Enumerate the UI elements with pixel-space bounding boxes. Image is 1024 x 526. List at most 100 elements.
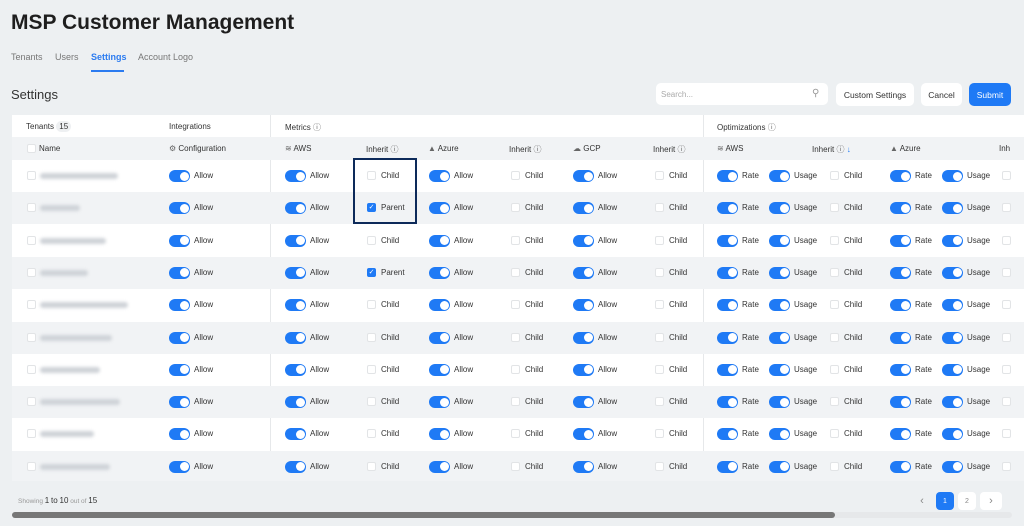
help-icon[interactable]: ⓘ — [677, 145, 685, 154]
opt-azure-usage-toggle[interactable] — [942, 428, 963, 441]
opt-aws-rate-toggle[interactable] — [717, 299, 738, 312]
metrics-aws-inherit-checkbox[interactable] — [367, 429, 376, 439]
metrics-aws-toggle[interactable] — [285, 202, 306, 215]
metrics-gcp-inherit-checkbox[interactable] — [655, 203, 664, 213]
opt-aws-inherit-checkbox[interactable] — [830, 203, 839, 213]
metrics-azure-inherit-checkbox[interactable] — [511, 397, 520, 407]
metrics-gcp-inherit-checkbox[interactable] — [655, 171, 664, 180]
integration-config-toggle[interactable] — [169, 460, 190, 473]
help-icon[interactable]: ⓘ — [768, 123, 776, 132]
opt-azure-inherit-checkbox[interactable] — [1002, 300, 1011, 310]
opt-azure-inherit-checkbox[interactable] — [1002, 461, 1011, 471]
integration-config-toggle[interactable] — [169, 428, 190, 441]
opt-azure-rate-toggle[interactable] — [890, 170, 911, 182]
opt-aws-rate-toggle[interactable] — [717, 170, 738, 182]
opt-aws-inherit-checkbox[interactable] — [830, 397, 839, 407]
metrics-gcp-inherit-checkbox[interactable] — [655, 429, 664, 439]
scrollbar-thumb[interactable] — [12, 512, 835, 518]
cancel-button[interactable]: Cancel — [921, 83, 962, 106]
opt-aws-usage-toggle[interactable] — [769, 299, 790, 312]
integration-config-toggle[interactable] — [169, 299, 190, 312]
submit-button[interactable]: Submit — [969, 83, 1011, 106]
metrics-azure-inherit-checkbox[interactable] — [511, 461, 520, 471]
opt-azure-inherit-checkbox[interactable] — [1002, 429, 1011, 439]
opt-aws-usage-toggle[interactable] — [769, 234, 790, 247]
opt-azure-rate-toggle[interactable] — [890, 331, 911, 344]
metrics-aws-inherit-checkbox[interactable] — [367, 461, 376, 471]
opt-azure-rate-toggle[interactable] — [890, 396, 911, 409]
select-all-checkbox[interactable] — [27, 144, 36, 153]
prev-page-button[interactable]: ‹ — [913, 492, 931, 510]
opt-azure-inherit-checkbox[interactable] — [1002, 364, 1011, 374]
opt-azure-usage-toggle[interactable] — [942, 266, 963, 279]
metrics-aws-toggle[interactable] — [285, 299, 306, 312]
metrics-gcp-toggle[interactable] — [573, 202, 594, 215]
metrics-azure-toggle[interactable] — [429, 363, 450, 376]
help-icon[interactable]: ⓘ — [836, 145, 844, 154]
metrics-gcp-toggle[interactable] — [573, 460, 594, 473]
opt-azure-usage-toggle[interactable] — [942, 396, 963, 409]
metrics-azure-inherit-checkbox[interactable] — [511, 203, 520, 213]
help-icon[interactable]: ⓘ — [313, 123, 321, 132]
opt-aws-usage-toggle[interactable] — [769, 460, 790, 473]
opt-azure-inherit-checkbox[interactable] — [1002, 235, 1011, 245]
metrics-gcp-toggle[interactable] — [573, 266, 594, 279]
opt-azure-rate-toggle[interactable] — [890, 234, 911, 247]
metrics-gcp-toggle[interactable] — [573, 170, 594, 182]
opt-azure-rate-toggle[interactable] — [890, 299, 911, 312]
integration-config-toggle[interactable] — [169, 202, 190, 215]
metrics-azure-toggle[interactable] — [429, 234, 450, 247]
metrics-azure-inherit-checkbox[interactable] — [511, 332, 520, 342]
search-input[interactable]: Search... — [656, 83, 828, 105]
opt-aws-usage-toggle[interactable] — [769, 396, 790, 409]
opt-aws-inherit-checkbox[interactable] — [830, 461, 839, 471]
custom-settings-button[interactable]: Custom Settings — [836, 83, 914, 106]
opt-azure-usage-toggle[interactable] — [942, 202, 963, 215]
row-select-checkbox[interactable] — [27, 364, 36, 374]
metrics-gcp-toggle[interactable] — [573, 331, 594, 344]
opt-aws-rate-toggle[interactable] — [717, 202, 738, 215]
opt-azure-inherit-checkbox[interactable] — [1002, 397, 1011, 407]
row-select-checkbox[interactable] — [27, 300, 36, 310]
metrics-gcp-toggle[interactable] — [573, 396, 594, 409]
opt-aws-usage-toggle[interactable] — [769, 202, 790, 215]
tab-users[interactable]: Users — [55, 52, 79, 62]
tab-settings[interactable]: Settings — [91, 52, 127, 62]
metrics-aws-toggle[interactable] — [285, 234, 306, 247]
metrics-gcp-toggle[interactable] — [573, 234, 594, 247]
metrics-aws-toggle[interactable] — [285, 460, 306, 473]
metrics-gcp-inherit-checkbox[interactable] — [655, 267, 664, 277]
metrics-aws-inherit-checkbox[interactable] — [367, 235, 376, 245]
row-select-checkbox[interactable] — [27, 267, 36, 277]
opt-aws-rate-toggle[interactable] — [717, 363, 738, 376]
page-1-button[interactable]: 1 — [936, 492, 954, 510]
opt-azure-inherit-checkbox[interactable] — [1002, 171, 1011, 180]
opt-azure-inherit-checkbox[interactable] — [1002, 267, 1011, 277]
metrics-gcp-inherit-checkbox[interactable] — [655, 235, 664, 245]
help-icon[interactable]: ⓘ — [390, 145, 398, 154]
opt-aws-inherit-checkbox[interactable] — [830, 235, 839, 245]
tab-account-logo[interactable]: Account Logo — [138, 52, 193, 62]
row-select-checkbox[interactable] — [27, 332, 36, 342]
opt-azure-usage-toggle[interactable] — [942, 363, 963, 376]
opt-aws-rate-toggle[interactable] — [717, 460, 738, 473]
opt-aws-usage-toggle[interactable] — [769, 170, 790, 182]
opt-aws-usage-toggle[interactable] — [769, 331, 790, 344]
metrics-azure-toggle[interactable] — [429, 331, 450, 344]
opt-azure-rate-toggle[interactable] — [890, 266, 911, 279]
help-icon[interactable]: ⓘ — [533, 145, 541, 154]
opt-aws-inherit-checkbox[interactable] — [830, 300, 839, 310]
metrics-gcp-inherit-checkbox[interactable] — [655, 364, 664, 374]
metrics-azure-inherit-checkbox[interactable] — [511, 364, 520, 374]
opt-azure-rate-toggle[interactable] — [890, 428, 911, 441]
metrics-azure-toggle[interactable] — [429, 170, 450, 182]
integration-config-toggle[interactable] — [169, 266, 190, 279]
opt-azure-usage-toggle[interactable] — [942, 170, 963, 182]
metrics-gcp-inherit-checkbox[interactable] — [655, 397, 664, 407]
metrics-aws-toggle[interactable] — [285, 266, 306, 279]
next-page-button[interactable]: › — [980, 492, 1002, 510]
metrics-azure-inherit-checkbox[interactable] — [511, 429, 520, 439]
row-select-checkbox[interactable] — [27, 171, 36, 180]
page-2-button[interactable]: 2 — [958, 492, 976, 510]
metrics-aws-inherit-checkbox[interactable]: ✓ — [367, 267, 376, 277]
